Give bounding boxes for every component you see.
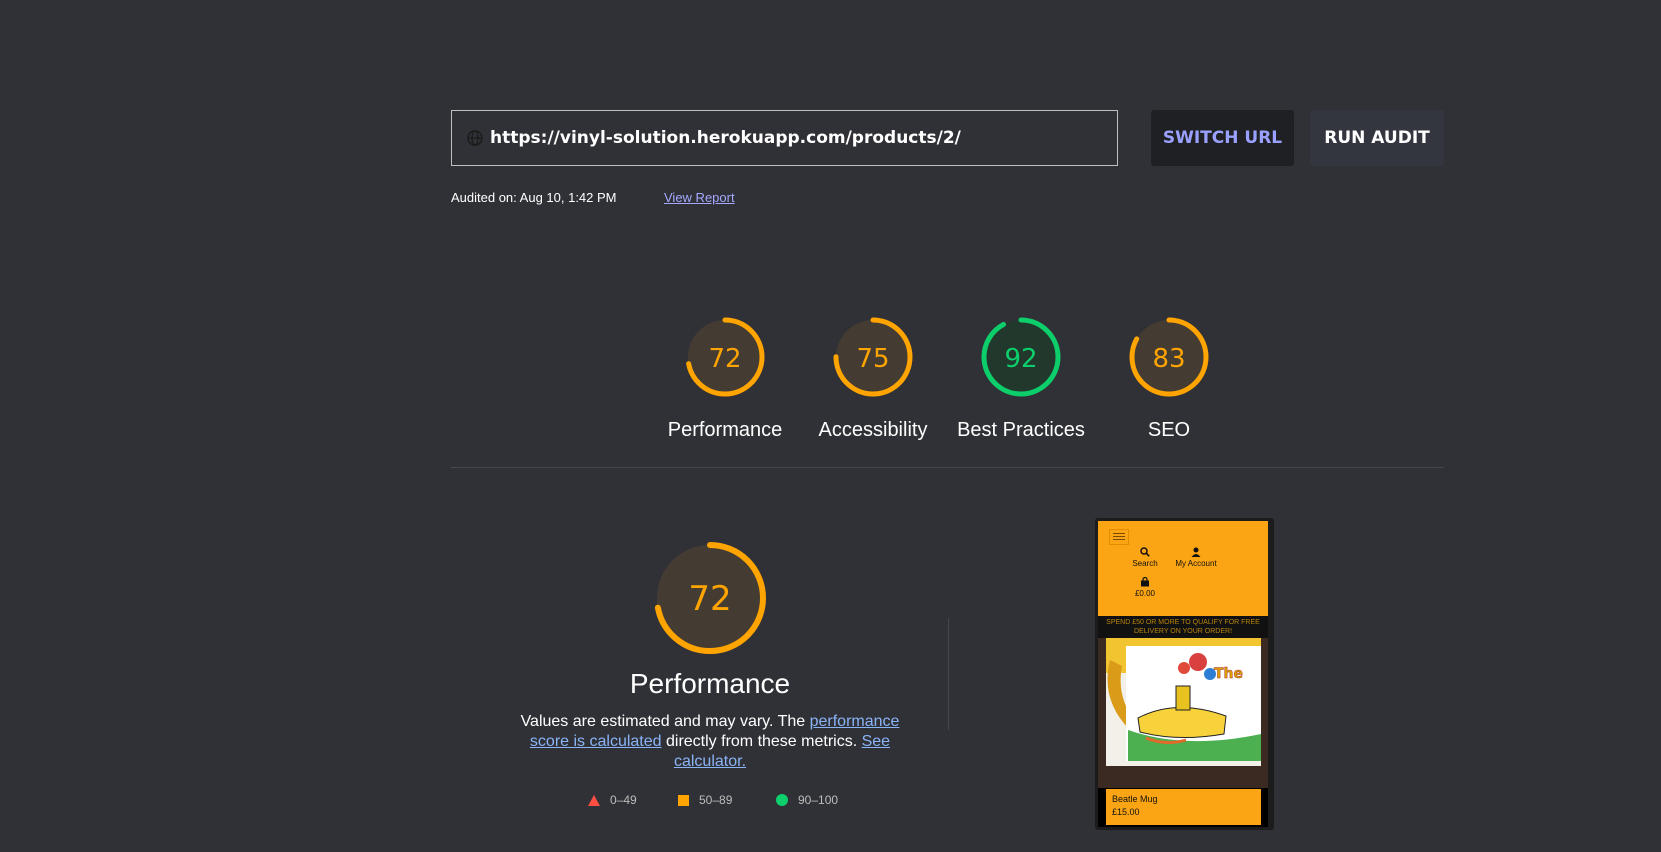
search-item: Search bbox=[1126, 547, 1164, 568]
score-gauge-performance[interactable]: 72 Performance bbox=[660, 315, 790, 442]
account-label: My Account bbox=[1175, 559, 1217, 568]
desc-text: directly from these metrics. bbox=[661, 733, 862, 750]
score-gauge-accessibility[interactable]: 75 Accessibility bbox=[808, 315, 938, 442]
switch-url-button[interactable]: SWITCH URL bbox=[1151, 110, 1294, 166]
svg-text:The: The bbox=[1214, 666, 1243, 682]
gauge-ring: 72 bbox=[685, 317, 765, 397]
url-input[interactable] bbox=[490, 128, 1090, 148]
account-item: My Account bbox=[1172, 547, 1220, 568]
page-screenshot[interactable]: Search My Account £0.00 SPEND £50 OR MOR… bbox=[1095, 518, 1274, 830]
product-name: Beatle Mug bbox=[1112, 794, 1158, 804]
screenshot-screen: Search My Account £0.00 SPEND £50 OR MOR… bbox=[1098, 521, 1268, 827]
score-label: Performance bbox=[667, 419, 783, 441]
gauge-ring: 72 bbox=[654, 542, 766, 654]
performance-title: Performance bbox=[629, 668, 791, 699]
gauge-ring: 75 bbox=[833, 317, 913, 397]
score-value: 72 bbox=[708, 344, 741, 374]
view-report-link[interactable]: View Report bbox=[664, 190, 735, 205]
desc-text: Values are estimated and may vary. The bbox=[520, 713, 810, 730]
score-gauge-best-practices[interactable]: 92 Best Practices bbox=[956, 315, 1086, 442]
vertical-divider bbox=[948, 618, 949, 730]
performance-description: Values are estimated and may vary. The p… bbox=[515, 712, 905, 772]
hamburger-menu-icon bbox=[1109, 529, 1129, 545]
run-audit-button[interactable]: RUN AUDIT bbox=[1310, 110, 1444, 166]
url-bar[interactable] bbox=[451, 110, 1118, 166]
gauge-ring: 92 bbox=[981, 317, 1061, 397]
legend-average: 50–89 bbox=[678, 793, 732, 807]
promo-banner: SPEND £50 OR MORE TO QUALIFY FOR FREE DE… bbox=[1098, 616, 1268, 638]
score-value: 92 bbox=[1004, 344, 1037, 374]
product-image: The bbox=[1098, 638, 1268, 788]
legend-range: 50–89 bbox=[699, 793, 733, 807]
basket-item: £0.00 bbox=[1126, 576, 1164, 598]
legend-fail: 0–49 bbox=[588, 793, 637, 807]
product-price: £15.00 bbox=[1112, 807, 1140, 817]
score-label: Accessibility bbox=[818, 419, 928, 441]
shopping-bag-icon bbox=[1141, 576, 1149, 587]
basket-total: £0.00 bbox=[1134, 589, 1156, 598]
mug-image: The bbox=[1106, 638, 1261, 766]
square-icon bbox=[678, 794, 689, 806]
performance-score-value: 72 bbox=[688, 579, 731, 619]
circle-icon bbox=[776, 794, 788, 806]
legend-range: 90–100 bbox=[798, 793, 839, 807]
score-value: 83 bbox=[1152, 344, 1185, 374]
legend-pass: 90–100 bbox=[776, 793, 838, 807]
score-gauge-seo[interactable]: 83 SEO bbox=[1104, 315, 1234, 442]
gauge-ring: 83 bbox=[1129, 317, 1209, 397]
performance-gauge-large: 72 bbox=[615, 540, 805, 661]
score-label: SEO bbox=[1147, 419, 1191, 441]
triangle-icon bbox=[588, 794, 600, 806]
screenshot-header: Search My Account £0.00 bbox=[1098, 521, 1268, 616]
score-label: Best Practices bbox=[957, 419, 1085, 441]
globe-icon bbox=[466, 129, 484, 147]
product-card: Beatle Mug £15.00 bbox=[1106, 789, 1261, 825]
legend-range: 0–49 bbox=[610, 793, 637, 807]
section-divider bbox=[451, 467, 1444, 468]
user-icon bbox=[1191, 547, 1201, 557]
score-value: 75 bbox=[856, 344, 889, 374]
search-label: Search bbox=[1132, 559, 1158, 568]
search-icon bbox=[1140, 547, 1150, 557]
audited-on-text: Audited on: Aug 10, 1:42 PM bbox=[451, 190, 617, 205]
